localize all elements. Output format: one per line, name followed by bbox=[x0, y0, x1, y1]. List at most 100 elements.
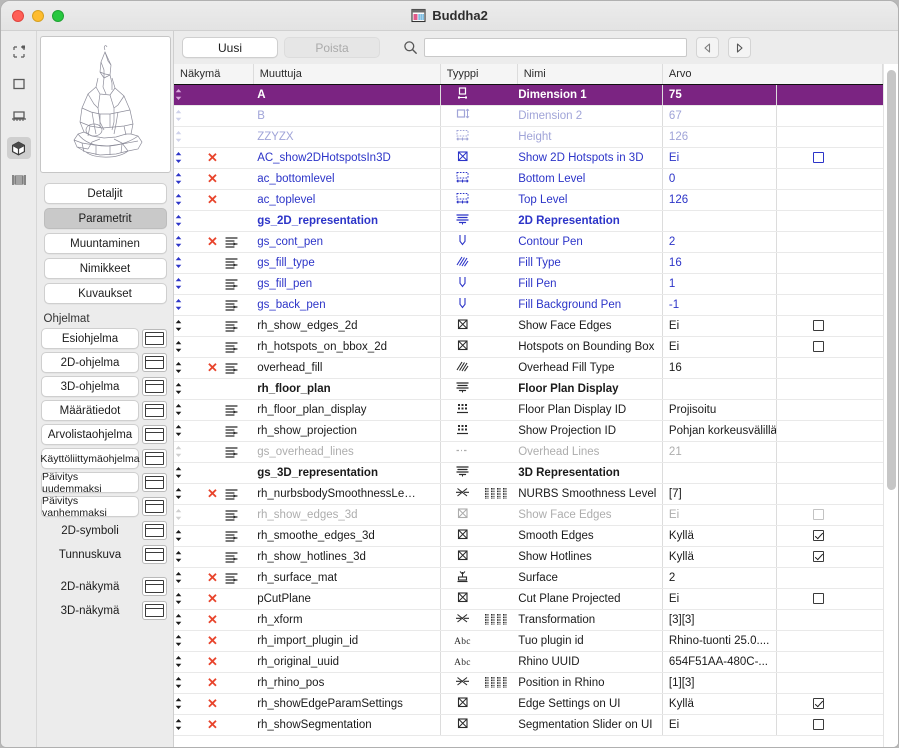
row-visibility-toggle[interactable]: ✕ bbox=[200, 483, 225, 505]
table-row[interactable]: ✕ rh_import_plugin_id Abc Tuo plugin id … bbox=[174, 630, 883, 652]
column-header-value[interactable]: Arvo bbox=[662, 64, 884, 85]
cell-value[interactable]: 75 bbox=[661, 84, 777, 106]
scrollbar-thumb[interactable] bbox=[887, 70, 896, 490]
script-button-paivitys-vanhemmaksi[interactable]: Päivitys vanhemmaksi bbox=[41, 495, 139, 519]
table-row[interactable]: gs_3D_representation 3D Representation bbox=[174, 462, 883, 484]
value-checkbox[interactable] bbox=[813, 697, 825, 709]
row-script-flag[interactable] bbox=[224, 651, 254, 673]
row-visibility-toggle[interactable]: ✕ bbox=[200, 231, 225, 253]
cell-variable[interactable]: rh_showEdgeParamSettings bbox=[253, 693, 441, 715]
previous-match-button[interactable] bbox=[696, 37, 719, 58]
close-x-icon[interactable]: ✕ bbox=[207, 192, 218, 207]
close-window-button[interactable] bbox=[12, 9, 24, 22]
row-script-flag[interactable] bbox=[224, 483, 254, 505]
row-drag-handle[interactable] bbox=[174, 168, 201, 190]
row-drag-handle[interactable] bbox=[174, 294, 201, 316]
row-script-flag[interactable] bbox=[224, 399, 254, 421]
row-script-flag[interactable] bbox=[224, 546, 254, 568]
cell-value[interactable]: Projisoitu bbox=[661, 399, 777, 421]
tab-kuvaukset[interactable]: Kuvaukset bbox=[43, 283, 167, 304]
cell-variable[interactable]: ac_toplevel bbox=[253, 189, 441, 211]
row-drag-handle[interactable] bbox=[174, 252, 201, 274]
cell-value[interactable] bbox=[661, 462, 777, 484]
row-drag-handle[interactable] bbox=[174, 441, 201, 463]
row-script-flag[interactable] bbox=[224, 315, 254, 337]
section-tool-icon[interactable] bbox=[7, 169, 31, 191]
3d-model-tool-icon[interactable] bbox=[6, 137, 31, 159]
close-x-icon[interactable]: ✕ bbox=[207, 654, 218, 669]
cell-variable[interactable]: rh_rhino_pos bbox=[253, 672, 441, 694]
table-row[interactable]: rh_show_projection Show Projection ID Po… bbox=[174, 420, 883, 442]
row-drag-handle[interactable] bbox=[174, 315, 201, 337]
cell-value[interactable]: Ei bbox=[661, 147, 777, 169]
row-visibility-toggle[interactable] bbox=[200, 378, 225, 400]
cell-variable[interactable]: rh_show_edges_3d bbox=[253, 504, 441, 526]
table-row[interactable]: ZZYZX Height 126 bbox=[174, 126, 883, 148]
value-checkbox[interactable] bbox=[813, 319, 825, 331]
cell-value[interactable] bbox=[661, 378, 777, 400]
column-header-name[interactable]: Nimi bbox=[517, 64, 663, 85]
table-row[interactable]: rh_floor_plan_display Floor Plan Display… bbox=[174, 399, 883, 421]
script-window-icon-3d-ohjelma[interactable] bbox=[142, 377, 167, 396]
row-drag-handle[interactable] bbox=[174, 630, 201, 652]
row-script-flag[interactable] bbox=[224, 693, 254, 715]
row-visibility-toggle[interactable]: ✕ bbox=[200, 567, 225, 589]
row-script-flag[interactable] bbox=[224, 357, 254, 379]
script-window-icon-2d-symboli[interactable] bbox=[142, 521, 167, 540]
row-visibility-toggle[interactable] bbox=[200, 504, 225, 526]
value-checkbox[interactable] bbox=[813, 718, 825, 730]
delete-parameter-button[interactable]: Poista bbox=[284, 37, 380, 58]
table-row[interactable]: rh_show_hotlines_3d Show Hotlines Kyllä bbox=[174, 546, 883, 568]
new-parameter-button[interactable]: Uusi bbox=[182, 37, 278, 58]
row-script-flag[interactable] bbox=[224, 672, 254, 694]
cell-value[interactable]: Kyllä bbox=[661, 693, 777, 715]
row-script-flag[interactable] bbox=[224, 147, 254, 169]
script-button-esiohjelma[interactable]: Esiohjelma bbox=[41, 328, 139, 349]
row-visibility-toggle[interactable] bbox=[200, 441, 225, 463]
row-script-flag[interactable] bbox=[224, 714, 254, 736]
script-window-icon-maaratiedot[interactable] bbox=[142, 401, 167, 420]
cell-value[interactable]: Ei bbox=[661, 588, 777, 610]
cell-variable[interactable]: gs_back_pen bbox=[253, 294, 441, 316]
row-drag-handle[interactable] bbox=[174, 336, 201, 358]
row-visibility-toggle[interactable] bbox=[200, 399, 225, 421]
tab-detaljit[interactable]: Detaljit bbox=[43, 183, 167, 204]
search-input[interactable] bbox=[424, 38, 687, 57]
script-button-arvolistaohjelma[interactable]: Arvolistaohjelma bbox=[41, 424, 139, 445]
row-visibility-toggle[interactable]: ✕ bbox=[200, 714, 225, 736]
tab-muuntaminen[interactable]: Muuntaminen bbox=[43, 233, 167, 254]
row-drag-handle[interactable] bbox=[174, 105, 201, 127]
row-script-flag[interactable] bbox=[224, 210, 254, 232]
row-drag-handle[interactable] bbox=[174, 399, 201, 421]
cell-value[interactable]: 654F51AA-480C-... bbox=[661, 651, 777, 673]
row-drag-handle[interactable] bbox=[174, 651, 201, 673]
cell-variable[interactable]: A bbox=[253, 84, 441, 106]
row-drag-handle[interactable] bbox=[174, 357, 201, 379]
script-button-2d-nakyma[interactable]: 2D-näkymä bbox=[41, 576, 139, 597]
row-drag-handle[interactable] bbox=[174, 378, 201, 400]
minimize-window-button[interactable] bbox=[32, 9, 44, 22]
table-row[interactable]: rh_hotspots_on_bbox_2d Hotspots on Bound… bbox=[174, 336, 883, 358]
close-x-icon[interactable]: ✕ bbox=[207, 570, 218, 585]
row-visibility-toggle[interactable] bbox=[200, 315, 225, 337]
row-script-flag[interactable] bbox=[224, 168, 254, 190]
row-drag-handle[interactable] bbox=[174, 693, 201, 715]
row-drag-handle[interactable] bbox=[174, 588, 201, 610]
cell-value[interactable] bbox=[661, 210, 777, 232]
cell-variable[interactable]: rh_import_plugin_id bbox=[253, 630, 441, 652]
row-drag-handle[interactable] bbox=[174, 147, 201, 169]
cell-variable[interactable]: rh_surface_mat bbox=[253, 567, 441, 589]
close-x-icon[interactable]: ✕ bbox=[207, 633, 218, 648]
close-x-icon[interactable]: ✕ bbox=[207, 234, 218, 249]
close-x-icon[interactable]: ✕ bbox=[207, 360, 218, 375]
cell-value[interactable]: Ei bbox=[661, 336, 777, 358]
row-script-flag[interactable] bbox=[224, 630, 254, 652]
script-window-icon-esiohjelma[interactable] bbox=[142, 329, 167, 348]
row-visibility-toggle[interactable]: ✕ bbox=[200, 189, 225, 211]
cell-variable[interactable]: rh_show_hotlines_3d bbox=[253, 546, 441, 568]
cell-variable[interactable]: gs_overhead_lines bbox=[253, 441, 441, 463]
script-button-kayttoliittymaohjelma[interactable]: Käyttöliittymäohjelma bbox=[40, 448, 140, 469]
row-visibility-toggle[interactable] bbox=[200, 273, 225, 295]
row-script-flag[interactable] bbox=[224, 105, 254, 127]
table-row[interactable]: gs_overhead_lines Overhead Lines 21 bbox=[174, 441, 883, 463]
